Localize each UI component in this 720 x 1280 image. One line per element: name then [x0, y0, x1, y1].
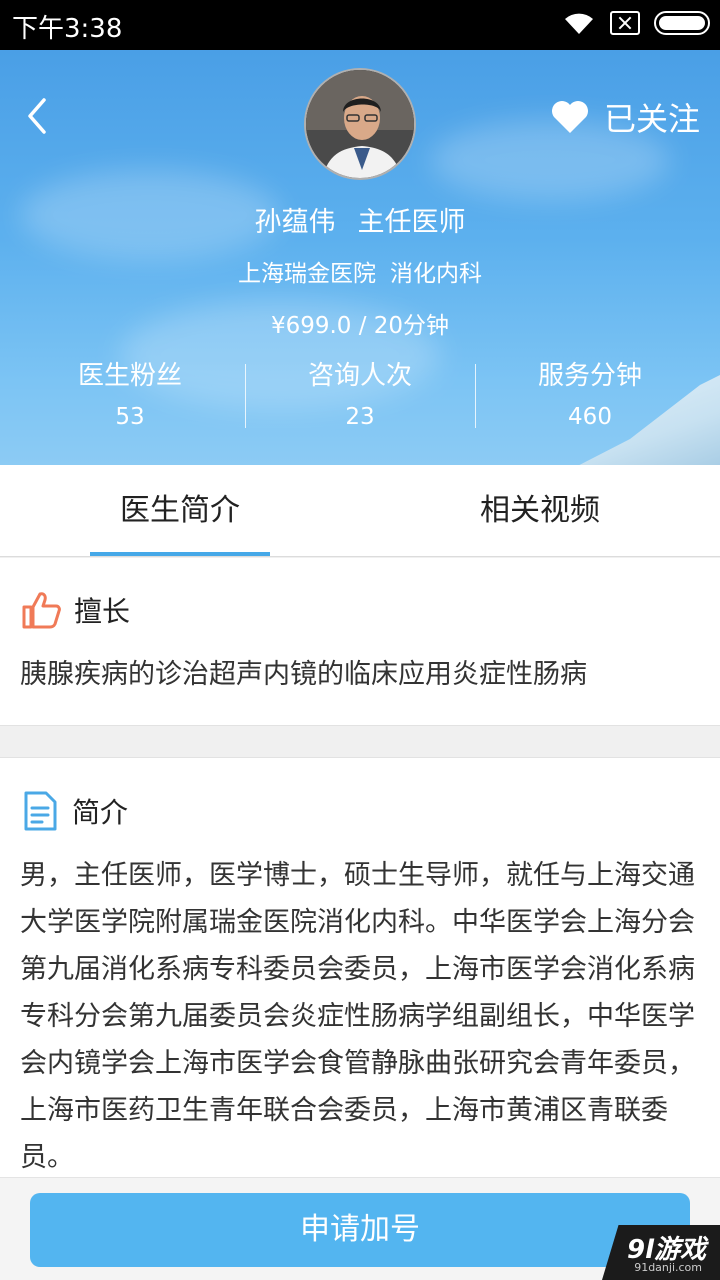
status-icons	[562, 10, 710, 36]
status-bar: 下午3:38	[0, 0, 720, 50]
intro-title: 简介	[72, 796, 129, 829]
doctor-name: 孙蕴伟	[254, 207, 336, 238]
doctor-name-line: 孙蕴伟 主任医师	[0, 200, 720, 239]
no-sim-icon	[610, 11, 640, 35]
tab-related-videos[interactable]: 相关视频	[360, 465, 720, 556]
tab-doctor-intro[interactable]: 医生简介	[0, 465, 360, 556]
doctor-hospital: 上海瑞金医院	[238, 261, 376, 287]
watermark-logo: 9l游戏 91danji.com	[602, 1225, 720, 1280]
stat-label: 服务分钟	[537, 361, 642, 391]
follow-button[interactable]: 已关注	[550, 94, 700, 140]
doctor-avatar	[304, 68, 416, 180]
doctor-department: 消化内科	[390, 261, 482, 287]
stat-minutes: 服务分钟 460	[475, 356, 705, 430]
expertise-title: 擅长	[74, 595, 131, 628]
stat-label: 咨询人次	[307, 361, 412, 391]
doctor-stats: 医生粉丝 53 咨询人次 23 服务分钟 460	[15, 356, 705, 430]
expertise-text: 胰腺疾病的诊治超声内镜的临床应用炎症性肠病	[20, 659, 587, 690]
document-icon	[24, 791, 57, 831]
intro-header: 简介	[20, 790, 128, 832]
status-time: 下午3:38	[12, 14, 123, 44]
tab-bar: 医生简介 相关视频	[0, 465, 720, 557]
heart-icon	[551, 101, 588, 133]
apply-appointment-button[interactable]: 申请加号	[30, 1193, 690, 1267]
consult-price: ¥699.0 / 20分钟	[270, 313, 450, 339]
back-arrow-icon[interactable]	[20, 94, 64, 138]
stat-fans: 医生粉丝 53	[15, 356, 245, 430]
doctor-hospital-line: 上海瑞金医院 消化内科	[0, 254, 720, 288]
intro-card: 简介 男，主任医师，医学博士，硕士生导师，就任与上海交通大学医学院附属瑞金医院消…	[0, 757, 720, 1177]
stat-label: 医生粉丝	[77, 361, 182, 391]
expertise-card: 擅长 胰腺疾病的诊治超声内镜的临床应用炎症性肠病	[0, 558, 720, 726]
follow-label: 已关注	[603, 100, 700, 138]
watermark-sub: 91danji.com	[634, 1261, 702, 1274]
thumbs-up-icon	[22, 592, 61, 629]
wifi-icon	[565, 13, 593, 34]
doctor-header: 已关注 孙蕴伟 主任医师 上海瑞金医院 消化内科 ¥699.0 / 20分钟 医生粉…	[0, 50, 720, 465]
intro-text: 男，主任医师，医学博士，硕士生导师，就任与上海交通大学医学院附属瑞金医院消化内科…	[20, 860, 695, 1173]
expertise-header: 擅长	[20, 590, 130, 630]
doctor-title: 主任医师	[357, 207, 466, 238]
battery-icon	[654, 11, 710, 35]
stat-value: 460	[568, 404, 612, 430]
stat-value: 23	[345, 404, 375, 430]
stat-value: 53	[115, 404, 145, 430]
stat-consultations: 咨询人次 23	[245, 356, 475, 430]
